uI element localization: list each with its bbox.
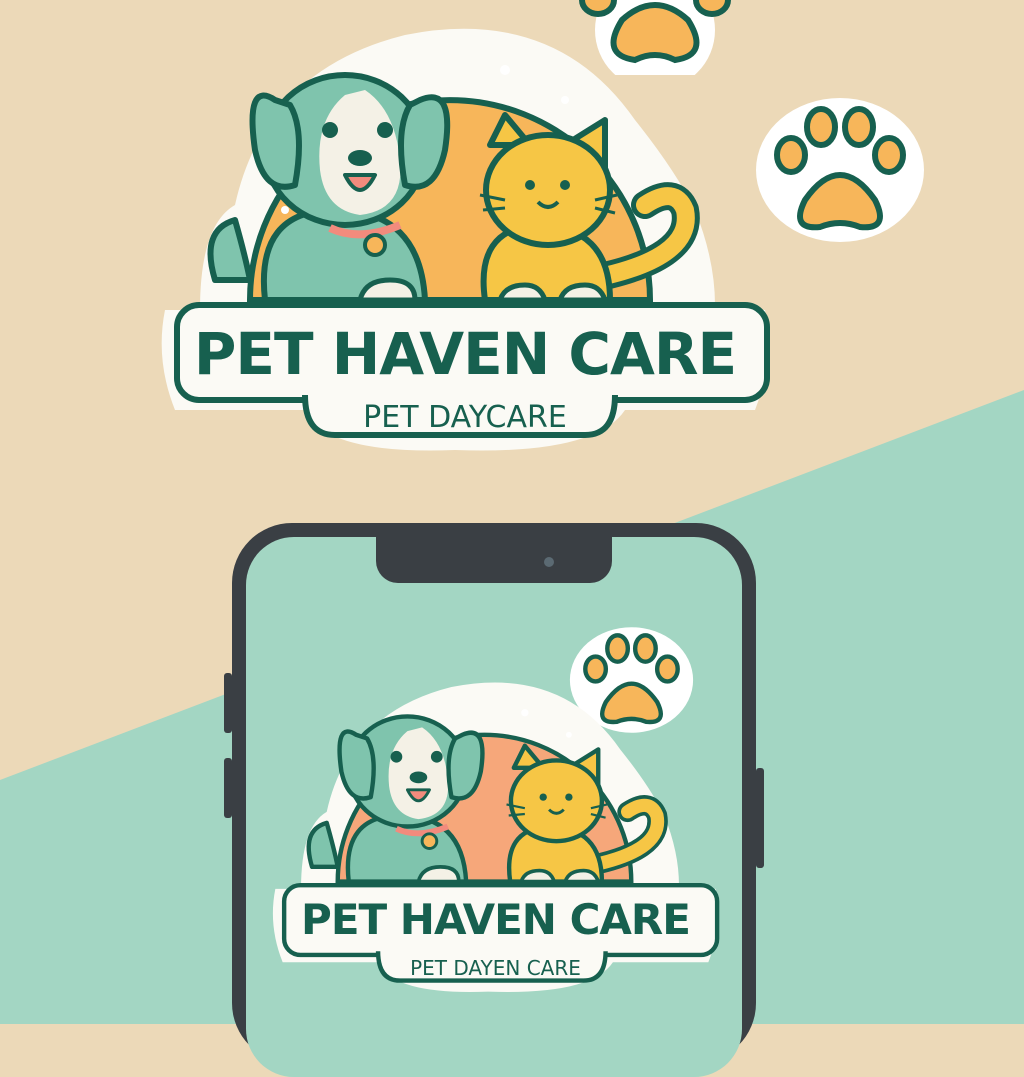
cat-icon: [506, 743, 668, 884]
paw-print-icon: [756, 98, 924, 242]
phone-side-button: [756, 768, 764, 868]
phone-screen: PET HAVEN CARE PET DAYEN CARE: [246, 537, 742, 1077]
phone-brand-title: PET HAVEN CARE: [301, 895, 691, 944]
phone-mockup: PET HAVEN CARE PET DAYEN CARE: [224, 523, 764, 1077]
phone-logo: PET HAVEN CARE PET DAYEN CARE: [268, 667, 723, 997]
phone-side-button: [224, 673, 232, 733]
phone-side-button: [224, 758, 232, 818]
phone-logo-artwork: [272, 682, 720, 992]
phone-camera-icon: [544, 557, 554, 567]
cat-icon: [479, 112, 700, 303]
brand-title: PET HAVEN CARE: [193, 320, 737, 388]
brand-tagline: PET DAYCARE: [363, 400, 567, 435]
logo-artwork: [161, 28, 770, 451]
phone-notch: [376, 537, 612, 583]
main-logo: PET HAVEN CARE PET DAYCARE: [155, 10, 775, 455]
phone-brand-tagline: PET DAYEN CARE: [410, 956, 581, 980]
